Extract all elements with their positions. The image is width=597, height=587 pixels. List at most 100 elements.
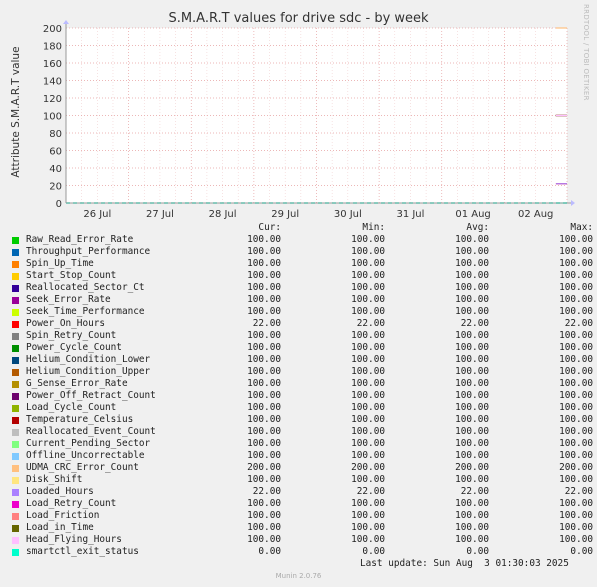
legend-swatch xyxy=(12,309,19,316)
legend-min-value: 100.00 xyxy=(351,426,385,437)
y-tick-label: 120 xyxy=(43,94,62,105)
legend-avg-value: 200.00 xyxy=(455,462,489,473)
legend-header: Cur: Min: Avg: Max: xyxy=(12,222,593,234)
legend-max-value: 100.00 xyxy=(559,282,593,293)
legend-swatch xyxy=(12,237,19,244)
legend-min-value: 100.00 xyxy=(351,246,385,257)
legend-cur-value: 100.00 xyxy=(247,438,281,449)
legend-min-value: 100.00 xyxy=(351,450,385,461)
legend-swatch xyxy=(12,525,19,532)
legend-series-name: Seek_Error_Rate xyxy=(26,294,111,305)
legend-min-value: 100.00 xyxy=(351,438,385,449)
legend-min-value: 22.00 xyxy=(356,486,385,497)
legend-swatch xyxy=(12,393,19,400)
legend-max-value: 100.00 xyxy=(559,354,593,365)
legend-max-value: 100.00 xyxy=(559,510,593,521)
legend-avg-value: 100.00 xyxy=(455,270,489,281)
legend-row: Load_Retry_Count 100.00 100.00 100.00 100.00 xyxy=(12,498,593,510)
legend-avg-value: 100.00 xyxy=(455,246,489,257)
chart-canvas: 0 20 40 60 80 100 120 140 160 180 200 26 Jul 27 Jul 2… xyxy=(43,20,575,220)
legend-max-value: 100.00 xyxy=(559,450,593,461)
legend-header-max: Max: xyxy=(570,222,593,233)
legend-series-name: G_Sense_Error_Rate xyxy=(26,378,128,389)
legend-swatch xyxy=(12,357,19,364)
legend-cur-value: 100.00 xyxy=(247,366,281,377)
legend-max-value: 100.00 xyxy=(559,294,593,305)
legend-avg-value: 100.00 xyxy=(455,306,489,317)
legend-cur-value: 100.00 xyxy=(247,282,281,293)
x-tick-label: 28 Jul xyxy=(209,209,237,220)
legend-swatch xyxy=(12,477,19,484)
legend-cur-value: 100.00 xyxy=(247,426,281,437)
legend-min-value: 100.00 xyxy=(351,522,385,533)
legend-avg-value: 100.00 xyxy=(455,402,489,413)
legend-row: Seek_Error_Rate 100.00 100.00 100.00 100.00 xyxy=(12,294,593,306)
legend-swatch xyxy=(12,297,19,304)
legend-series-name: Power_On_Hours xyxy=(26,318,106,329)
legend-row: Disk_Shift 100.00 100.00 100.00 100.00 xyxy=(12,474,593,486)
y-tick-label: 40 xyxy=(49,164,62,175)
legend-max-value: 100.00 xyxy=(559,258,593,269)
legend-min-value: 100.00 xyxy=(351,354,385,365)
legend-max-value: 100.00 xyxy=(559,438,593,449)
legend-header-avg: Avg: xyxy=(466,222,489,233)
legend-avg-value: 22.00 xyxy=(460,486,489,497)
legend-avg-value: 100.00 xyxy=(455,282,489,293)
legend-min-value: 100.00 xyxy=(351,258,385,269)
legend-series-name: Spin_Up_Time xyxy=(26,258,94,269)
legend-cur-value: 100.00 xyxy=(247,450,281,461)
legend-max-value: 100.00 xyxy=(559,426,593,437)
legend-series-name: Seek_Time_Performance xyxy=(26,306,145,317)
legend-swatch xyxy=(12,549,19,556)
x-tick-label: 27 Jul xyxy=(146,209,174,220)
legend-row: UDMA_CRC_Error_Count 200.00 200.00 200.00 20… xyxy=(12,462,593,474)
legend-swatch xyxy=(12,249,19,256)
y-axis-arrow xyxy=(63,20,69,24)
legend-cur-value: 100.00 xyxy=(247,498,281,509)
legend-row: Power_Cycle_Count 100.00 100.00 100.00 100.0… xyxy=(12,342,593,354)
legend-cur-value: 100.00 xyxy=(247,378,281,389)
legend-row: Load_Cycle_Count 100.00 100.00 100.00 100.00 xyxy=(12,402,593,414)
legend-series-name: Load_Cycle_Count xyxy=(26,402,117,413)
legend-row: Seek_Time_Performance 100.00 100.00 100.00 1… xyxy=(12,306,593,318)
x-axis-arrow xyxy=(571,200,575,206)
legend-cur-value: 100.00 xyxy=(247,330,281,341)
legend-avg-value: 100.00 xyxy=(455,534,489,545)
legend-swatch xyxy=(12,345,19,352)
legend-row: Current_Pending_Sector 100.00 100.00 100.00… xyxy=(12,438,593,450)
legend-swatch xyxy=(12,513,19,520)
y-tick-label: 140 xyxy=(43,77,62,88)
legend-series-name: Helium_Condition_Upper xyxy=(26,366,151,377)
legend-swatch xyxy=(12,261,19,268)
legend-swatch xyxy=(12,321,19,328)
legend-max-value: 22.00 xyxy=(564,486,593,497)
legend-header-cur: Cur: xyxy=(258,222,281,233)
legend-swatch xyxy=(12,441,19,448)
legend-min-value: 100.00 xyxy=(351,534,385,545)
legend-max-value: 100.00 xyxy=(559,234,593,245)
legend-min-value: 0.00 xyxy=(362,546,385,557)
legend-series-name: Disk_Shift xyxy=(26,474,83,485)
legend-min-value: 100.00 xyxy=(351,402,385,413)
y-tick-label: 100 xyxy=(43,112,62,123)
legend-series-name: Current_Pending_Sector xyxy=(26,438,151,449)
legend-header-min: Min: xyxy=(362,222,385,233)
legend-series-name: Reallocated_Event_Count xyxy=(26,426,156,437)
legend-swatch xyxy=(12,273,19,280)
legend-cur-value: 100.00 xyxy=(247,246,281,257)
legend-swatch xyxy=(12,333,19,340)
legend-swatch xyxy=(12,285,19,292)
legend-min-value: 100.00 xyxy=(351,306,385,317)
legend-max-value: 100.00 xyxy=(559,246,593,257)
legend-avg-value: 100.00 xyxy=(455,426,489,437)
legend-cur-value: 100.00 xyxy=(247,522,281,533)
x-tick-label: 02 Aug xyxy=(518,209,553,220)
legend-min-value: 100.00 xyxy=(351,330,385,341)
legend-series-name: Helium_Condition_Lower xyxy=(26,354,151,365)
legend-row: Raw_Read_Error_Rate 100.00 100.00 100.00 100… xyxy=(12,234,593,246)
legend-swatch xyxy=(12,429,19,436)
legend-avg-value: 100.00 xyxy=(455,366,489,377)
legend-cur-value: 100.00 xyxy=(247,414,281,425)
legend-row: Reallocated_Event_Count 100.00 100.00 100.0… xyxy=(12,426,593,438)
legend-max-value: 100.00 xyxy=(559,366,593,377)
